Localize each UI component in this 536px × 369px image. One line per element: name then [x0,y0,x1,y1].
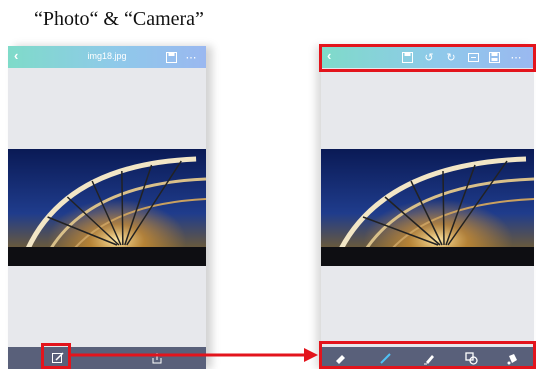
shape-icon[interactable] [464,351,478,365]
editor-top-bar: ‹ ↺ ↻ ⋯ [321,46,534,68]
photo [8,149,206,266]
redo-icon[interactable]: ↻ [444,50,458,64]
more-icon[interactable]: ⋯ [509,50,523,64]
eraser-icon[interactable] [333,351,347,365]
save-icon[interactable] [164,50,178,64]
photo-viewer-screen: ‹ img18.jpg ⋯ [8,46,206,369]
crop-icon[interactable] [466,50,480,64]
highlighter-icon[interactable] [422,351,436,365]
edit-icon[interactable] [51,351,65,365]
undo-icon[interactable]: ↺ [422,50,436,64]
brush-icon[interactable] [378,351,392,365]
save-icon[interactable] [400,50,414,64]
editor-bottom-bar [321,347,534,369]
bottom-bar [8,347,206,369]
photo [321,149,534,266]
share-icon[interactable] [150,351,164,365]
caption: “Photo“ & “Camera” [34,8,204,30]
fill-icon[interactable] [505,351,519,365]
back-icon[interactable]: ‹ [327,48,331,63]
more-icon[interactable]: ⋯ [184,50,198,64]
top-bar: ‹ img18.jpg ⋯ [8,46,206,68]
photo-editor-screen: ‹ ↺ ↻ ⋯ [321,46,534,369]
export-icon[interactable] [487,50,501,64]
